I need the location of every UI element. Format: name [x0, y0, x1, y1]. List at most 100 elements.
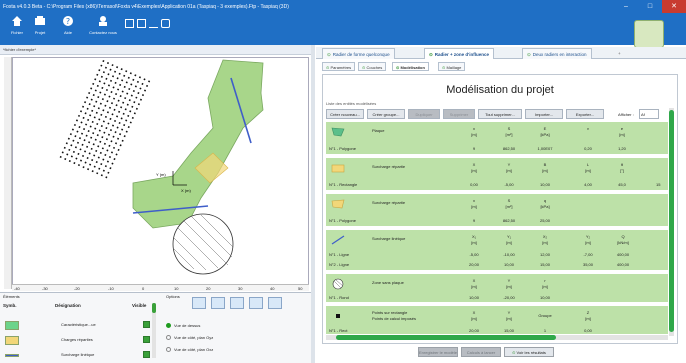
table-horizontal-scrollbar[interactable] — [326, 335, 668, 340]
table-row[interactable]: Surcharge répartie N°1 - Polygone x [m] … — [326, 194, 668, 228]
tab-deux-radiers[interactable]: ⊙ Deux radiers en interaction — [522, 48, 592, 59]
calc-point — [73, 123, 76, 127]
duplicate-button[interactable]: Dupliquer — [408, 109, 440, 119]
element-row[interactable]: Charges réparties — [3, 334, 157, 348]
plate-icon — [331, 127, 345, 137]
table-row[interactable]: Zone sans plaque N°1 - Rond X [m] Y [m] … — [326, 274, 668, 304]
element-row[interactable]: Surcharge linéique — [3, 349, 157, 363]
col-symbol: Symb. — [3, 303, 17, 308]
calc-point — [80, 121, 83, 124]
home-icon — [12, 16, 22, 26]
calc-point — [112, 97, 116, 100]
scroll-thumb[interactable] — [336, 335, 556, 340]
table-row[interactable]: Points sur rectangle Points de calcul im… — [326, 306, 668, 336]
scroll-thumb[interactable] — [669, 110, 674, 332]
delete-button[interactable]: Supprimer — [443, 109, 475, 119]
visible-checkbox[interactable] — [143, 336, 150, 343]
calc-point — [104, 104, 107, 107]
calc-point — [120, 68, 123, 71]
visible-checkbox[interactable] — [143, 321, 150, 328]
calc-point — [134, 74, 137, 77]
table-row[interactable]: Surcharge répartie N°1 - Rectangle X [m]… — [326, 158, 668, 192]
calc-point — [119, 133, 122, 136]
calc-point — [96, 73, 99, 76]
zoom-in-icon[interactable] — [211, 297, 225, 309]
calc-point — [138, 76, 142, 79]
page-title: Modélisation du projet — [446, 84, 554, 96]
import-button[interactable]: Importer... — [525, 109, 563, 119]
zoom-fit-icon[interactable] — [192, 297, 206, 309]
calc-point — [98, 80, 101, 83]
calc-point — [132, 78, 135, 81]
subtab-couches[interactable]: ⊙ Couches — [358, 62, 387, 71]
view-results-button[interactable]: ⊙ Voir les résultats — [504, 347, 554, 357]
calc-point — [98, 167, 101, 170]
afficher-select[interactable]: Af — [639, 109, 659, 119]
calc-point — [100, 113, 103, 116]
calc-point — [73, 162, 76, 165]
col-designation: Désignation — [55, 303, 81, 308]
elements-options-panel: Éléments Symb. Désignation Visible Carac… — [0, 292, 311, 363]
calc-point — [97, 107, 100, 110]
open-folder-icon[interactable] — [137, 19, 146, 28]
run-calc-button[interactable]: Calculs à lancer — [461, 347, 501, 357]
project-icon — [35, 16, 45, 25]
create-new-button[interactable]: Créer nouveau... — [326, 109, 364, 119]
zoom-out-icon[interactable] — [230, 297, 244, 309]
element-row[interactable]: Caractéristique...ue — [3, 319, 157, 333]
calc-point — [72, 150, 75, 153]
save-icon[interactable] — [149, 19, 158, 28]
calc-point — [61, 151, 64, 154]
calc-point — [109, 129, 113, 132]
calc-point — [97, 96, 100, 99]
entity-actions: Créer nouveau... Créer groupe... Dupliqu… — [326, 109, 676, 120]
aide-button[interactable]: ? Aide — [55, 15, 81, 35]
subtab-maillage[interactable]: ⊙ Maillage — [438, 62, 466, 71]
delete-all-button[interactable]: Tout supprimer... — [478, 109, 522, 119]
projet-button[interactable]: Projet — [27, 15, 53, 35]
view-oxz-radio[interactable]: Vue de côté, plan Oxz — [166, 347, 213, 353]
calc-point — [84, 101, 87, 104]
drawing-canvas[interactable]: Y (m) X (m) — [12, 57, 309, 289]
visible-checkbox[interactable] — [143, 351, 150, 358]
panel-splitter[interactable] — [311, 45, 315, 363]
calc-point — [122, 101, 125, 104]
calc-point — [70, 155, 73, 158]
print-icon[interactable] — [161, 19, 170, 28]
create-group-button[interactable]: Créer groupe... — [367, 109, 405, 119]
calc-point — [105, 127, 108, 130]
close-button[interactable]: ✕ — [662, 0, 686, 13]
add-tab-button[interactable]: + — [614, 48, 625, 59]
export-button[interactable]: Exporter... — [566, 109, 604, 119]
scroll-thumb[interactable] — [152, 303, 156, 313]
export-image-icon[interactable] — [268, 297, 282, 309]
subtab-parametres[interactable]: ⊙ Paramètres — [322, 62, 356, 71]
calc-point — [110, 151, 114, 154]
calc-point — [105, 77, 108, 80]
view-oyz-radio[interactable]: Vue de côté, plan Oyz — [166, 335, 213, 341]
no-plate-icon — [332, 278, 344, 290]
zoom-window-icon[interactable] — [249, 297, 263, 309]
table-row[interactable]: Plaque N°1 - Polygone x [m] S [m²] E [kP… — [326, 122, 668, 156]
calculation-tabs: ⊙ Radier de forme quelconque ⊙ Radier + zo… — [316, 47, 686, 59]
subtab-modelisation[interactable]: ⊙ Modélisation — [392, 62, 429, 71]
maximize-button[interactable]: □ — [638, 0, 662, 13]
minimize-button[interactable]: – — [614, 0, 638, 13]
calc-point — [102, 71, 105, 74]
calc-point — [83, 128, 86, 131]
calc-point — [114, 81, 117, 84]
calc-point — [110, 90, 113, 94]
calc-point — [111, 162, 114, 165]
calc-point — [101, 136, 104, 139]
save-model-button[interactable]: Enregistrer le modèle — [418, 347, 458, 357]
calc-point — [121, 79, 124, 82]
tab-radier-forme[interactable]: ⊙ Radier de forme quelconque — [322, 48, 395, 59]
elements-scrollbar[interactable] — [152, 303, 156, 358]
calc-point — [83, 139, 86, 142]
view-top-radio[interactable]: Vue de dessus — [166, 323, 200, 329]
contact-button[interactable]: Contactez nous — [86, 15, 120, 35]
table-row[interactable]: Surcharge linéique N°1 - Ligne N°2 - Lig… — [326, 230, 668, 272]
tab-radier-zone[interactable]: ⊙ Radier + zone d'influence — [424, 48, 494, 59]
new-file-icon[interactable] — [125, 19, 134, 28]
table-vertical-scrollbar[interactable] — [669, 108, 674, 336]
